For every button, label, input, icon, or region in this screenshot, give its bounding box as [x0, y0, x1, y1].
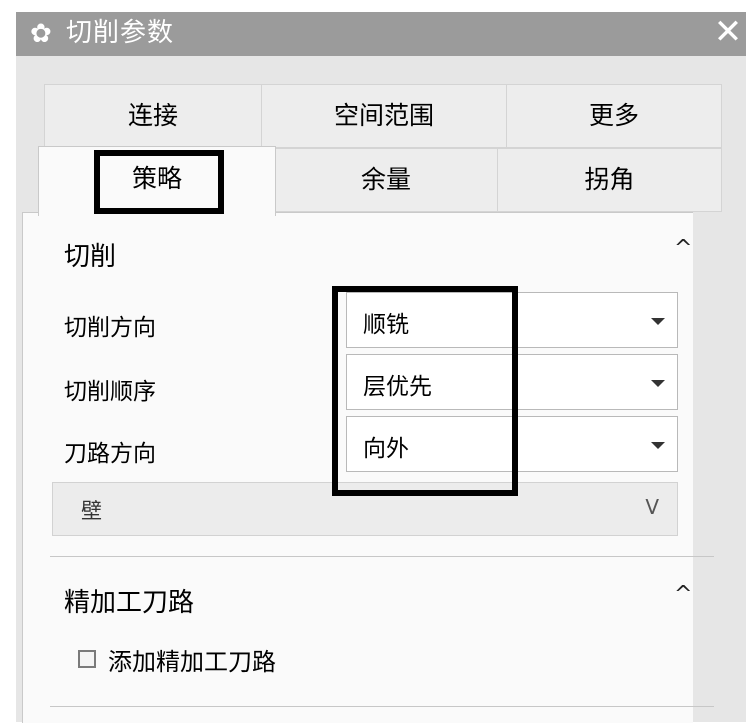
section-divider — [50, 706, 714, 707]
tab-corner[interactable]: 拐角 — [497, 148, 722, 212]
row-label-path-direction: 刀路方向 — [64, 441, 156, 467]
tab-label: 空间范围 — [333, 101, 434, 130]
dropdown-arrow-icon — [651, 442, 665, 449]
dropdown-arrow-icon — [651, 380, 665, 387]
tab-connect[interactable]: 连接 — [44, 84, 262, 148]
gear-icon: ✿ — [30, 19, 52, 49]
checkbox-label: 添加精加工刀路 — [108, 648, 276, 676]
row-label-cut-direction: 切削方向 — [64, 315, 156, 341]
chevron-down-icon: V — [645, 495, 659, 519]
tab-label: 余量 — [360, 165, 411, 194]
dialog-title: 切削参数 — [66, 18, 175, 48]
tab-label: 更多 — [588, 101, 639, 130]
tab-label: 拐角 — [584, 165, 635, 194]
row-label-cut-order: 切削顺序 — [64, 379, 156, 405]
add-finish-pass-checkbox[interactable] — [78, 650, 96, 668]
tab-more[interactable]: 更多 — [506, 84, 722, 148]
highlight-box-strategy — [94, 150, 224, 214]
highlight-box-values — [332, 286, 518, 496]
wall-label: 壁 — [81, 499, 102, 523]
dropdown-arrow-icon — [651, 318, 665, 325]
dialog-titlebar: ✿ 切削参数 ✕ — [16, 12, 746, 56]
section-title-finish: 精加工刀路 — [64, 588, 195, 618]
section-divider — [50, 556, 714, 557]
section-title-cut: 切削 — [64, 242, 117, 272]
close-icon[interactable]: ✕ — [710, 14, 746, 50]
tab-label: 连接 — [127, 101, 178, 130]
collapse-caret-icon[interactable]: ^ — [674, 582, 692, 607]
collapse-caret-icon[interactable]: ^ — [674, 236, 692, 261]
tab-space-range[interactable]: 空间范围 — [261, 84, 507, 148]
tab-stock[interactable]: 余量 — [274, 148, 498, 212]
